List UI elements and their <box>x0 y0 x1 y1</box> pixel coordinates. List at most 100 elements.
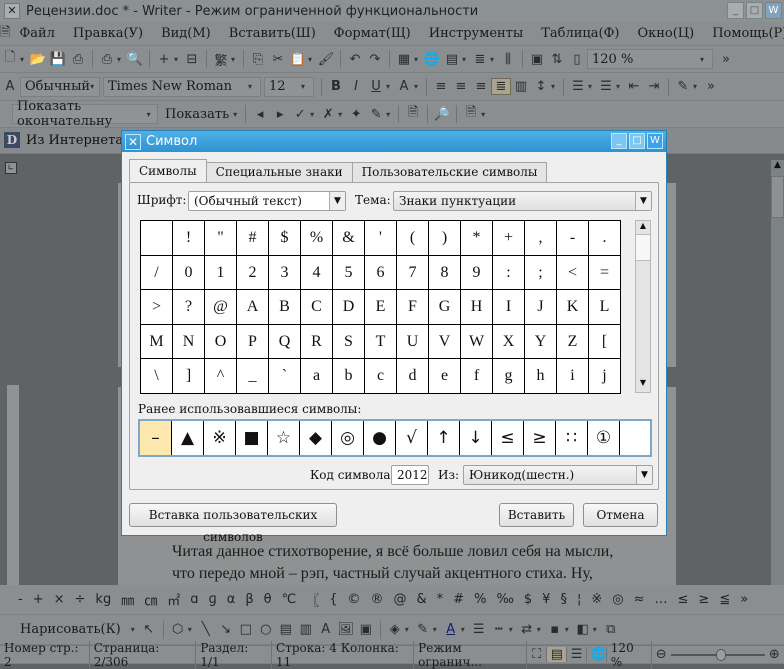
zoom-slider[interactable] <box>670 648 765 661</box>
symbol-button[interactable]: ※ <box>591 592 602 607</box>
insert-button[interactable]: Вставить <box>499 503 574 527</box>
symbol-cell[interactable]: 5 <box>333 255 365 290</box>
symbol-button[interactable]: × <box>54 592 65 607</box>
symbol-cell[interactable]: H <box>461 290 493 325</box>
symbol-button[interactable]: θ <box>264 592 272 607</box>
symbol-cell[interactable]: 4 <box>301 255 333 290</box>
symbol-cell[interactable]: ) <box>429 221 461 256</box>
zoom-select[interactable]: 120 % ▾ <box>587 49 713 69</box>
page-break-icon[interactable]: ⊟ <box>182 52 202 67</box>
textbox-icon[interactable]: ▤ <box>276 622 296 637</box>
page-icon[interactable]: ▯ <box>567 52 587 67</box>
symbol-button[interactable]: + <box>33 592 44 607</box>
recent-symbol-cell[interactable]: ※ <box>204 421 236 455</box>
prev-change-icon[interactable]: ◂ <box>250 107 270 122</box>
symbol-cell[interactable]: U <box>397 324 429 359</box>
zoom-in-icon[interactable]: ⊕ <box>765 647 784 662</box>
symbol-cell[interactable]: , <box>525 221 557 256</box>
menu-edit[interactable]: Правка(У) <box>73 26 143 41</box>
symbol-cell[interactable]: M <box>141 324 173 359</box>
line-style-icon[interactable]: ☰ <box>469 622 489 637</box>
code-input[interactable]: 2012 <box>391 465 429 485</box>
recent-symbol-cell[interactable]: ■ <box>236 421 268 455</box>
symbol-button[interactable]: ® <box>371 592 384 607</box>
italic-icon[interactable]: I <box>346 79 366 94</box>
tab-stop-icon[interactable]: ∟ <box>5 162 17 174</box>
reject-change-icon[interactable]: ✗ <box>318 107 338 122</box>
highlight-icon[interactable]: ✎ <box>673 79 693 94</box>
recent-symbol-cell[interactable]: ▲ <box>172 421 204 455</box>
symbol-cell[interactable]: : <box>493 255 525 290</box>
symbol-cell[interactable]: T <box>365 324 397 359</box>
symbol-cell[interactable]: > <box>141 290 173 325</box>
print-icon[interactable]: ⎙ <box>97 52 117 67</box>
recent-symbol-cell[interactable]: ● <box>364 421 396 455</box>
symbol-cell[interactable]: ; <box>525 255 557 290</box>
tab-special-chars[interactable]: Специальные знаки <box>205 162 353 182</box>
symbol-button[interactable]: © <box>348 592 361 607</box>
scroll-thumb[interactable] <box>636 235 650 261</box>
table-icon[interactable]: ▦ <box>394 52 414 67</box>
columns-icon[interactable]: ≣ <box>470 52 490 67</box>
grid-scrollbar[interactable]: ▲ ▼ <box>635 220 651 393</box>
symbol-cell[interactable]: L <box>589 290 621 325</box>
symbol-cell[interactable]: 6 <box>365 255 397 290</box>
increase-indent-icon[interactable]: ⇥ <box>644 79 664 94</box>
vertical-textbox-icon[interactable]: ▥ <box>296 622 316 637</box>
accept-change-icon[interactable]: ✓ <box>290 107 310 122</box>
symbol-cell[interactable]: ? <box>173 290 205 325</box>
menu-help[interactable]: Помощь(Р) <box>712 26 784 41</box>
symbol-cell[interactable]: h <box>525 359 557 394</box>
symbol-cell[interactable]: a <box>301 359 333 394</box>
fill-color-icon[interactable]: ◈ <box>385 622 405 637</box>
dialog-wps-button[interactable]: W <box>647 133 663 149</box>
styles-icon[interactable]: A <box>0 79 20 94</box>
markup-icon[interactable]: ✎ <box>366 107 386 122</box>
menu-tools[interactable]: Инструменты <box>429 26 523 41</box>
symbol-button[interactable]: β <box>245 592 253 607</box>
recent-symbol-cell[interactable]: ↑ <box>428 421 460 455</box>
symbol-cell[interactable]: E <box>365 290 397 325</box>
line-color-icon[interactable]: ✎ <box>413 622 433 637</box>
copy-icon[interactable]: ⎘ <box>248 52 268 67</box>
symbol-cell[interactable]: f <box>461 359 493 394</box>
symbol-cell[interactable]: @ <box>205 290 237 325</box>
comment-icon[interactable]: ✦ <box>346 107 366 122</box>
line-spacing-icon[interactable]: ↕ <box>531 79 551 94</box>
symbol-cell[interactable]: * <box>461 221 493 256</box>
symbol-cell[interactable]: B <box>269 290 301 325</box>
symbol-button[interactable]: ≈ <box>634 592 645 607</box>
insert-object-icon[interactable]: ▣ <box>356 622 376 637</box>
symbol-button[interactable]: … <box>655 592 668 607</box>
underline-icon[interactable]: U <box>366 79 386 94</box>
align-center-icon[interactable]: ≡ <box>451 79 471 94</box>
view-web-icon[interactable]: 🌐 <box>587 647 607 662</box>
style-select[interactable]: Обычный ▾ <box>20 76 100 97</box>
app-close-icon[interactable]: ✕ <box>4 3 20 19</box>
symbol-cell[interactable]: e <box>429 359 461 394</box>
font-color-icon[interactable]: A <box>441 622 461 637</box>
hyperlink-icon[interactable]: 🌐 <box>422 52 442 67</box>
cancel-button[interactable]: Отмена <box>583 503 658 527</box>
maximize-button[interactable]: □ <box>746 2 763 19</box>
symbol-cell[interactable]: ` <box>269 359 301 394</box>
dialog-close-icon[interactable]: ✕ <box>125 133 141 150</box>
arrow-icon[interactable]: ↘ <box>216 622 236 637</box>
menu-insert[interactable]: Вставить(Ш) <box>229 26 316 41</box>
symbol-cell[interactable]: ( <box>397 221 429 256</box>
draw-menu[interactable]: Нарисовать(К) <box>20 622 121 637</box>
bold-icon[interactable]: B <box>326 79 346 94</box>
symbol-cell[interactable]: 1 <box>205 255 237 290</box>
export-pdf-icon[interactable]: ⎙ <box>68 52 88 67</box>
symbol-cell[interactable]: " <box>205 221 237 256</box>
symbol-cell[interactable]: ' <box>365 221 397 256</box>
tab-custom-symbols[interactable]: Пользовательские символы <box>351 162 548 182</box>
symbol-cell[interactable]: O <box>205 324 237 359</box>
grid-icon[interactable]: ▤ <box>442 52 462 67</box>
align-left-icon[interactable]: ≡ <box>431 79 451 94</box>
scroll-down-icon[interactable]: ▼ <box>636 378 650 392</box>
wordart-icon[interactable]: A <box>316 622 336 637</box>
scroll-thumb[interactable] <box>771 176 784 218</box>
view-outline-icon[interactable]: ☰ <box>567 647 587 662</box>
symbol-button[interactable]: kg <box>95 592 111 607</box>
